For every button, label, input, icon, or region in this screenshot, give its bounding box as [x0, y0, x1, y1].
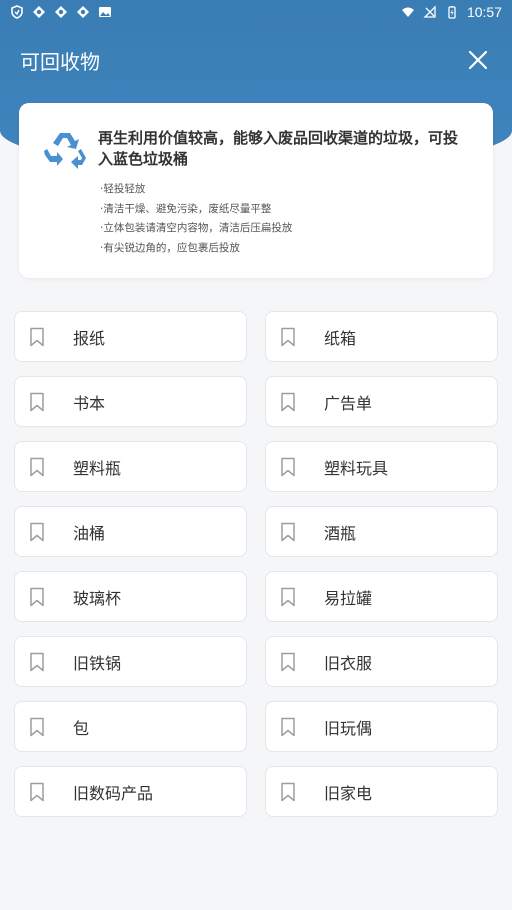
tip-item: ·轻投轻放 [100, 183, 146, 195]
item-label: 旧玩偶 [324, 718, 373, 738]
item-label: 塑料瓶 [73, 458, 122, 478]
status-right-icons: 10:57 [401, 4, 502, 20]
item-card[interactable]: 包 [14, 701, 247, 752]
app-logo-icon [54, 5, 68, 19]
bookmark-icon [28, 587, 46, 607]
bookmark-icon [28, 522, 46, 542]
shield-icon [10, 5, 24, 19]
bookmark-icon [279, 327, 297, 347]
item-card[interactable]: 玻璃杯 [14, 571, 247, 622]
close-button[interactable] [464, 46, 492, 74]
item-label: 包 [73, 718, 90, 738]
item-label: 酒瓶 [324, 523, 357, 543]
recycle-icon [43, 127, 87, 171]
item-card[interactable]: 旧玩偶 [265, 701, 498, 752]
status-time: 10:57 [466, 4, 502, 20]
item-card[interactable]: 旧铁锅 [14, 636, 247, 687]
item-card[interactable]: 易拉罐 [265, 571, 498, 622]
item-card[interactable]: 塑料瓶 [14, 441, 247, 492]
disposal-tips: ·轻投轻放 ·清洁干燥、避免污染，废纸尽量平整 ·立体包装请清空内容物，清洁后压… [100, 180, 292, 258]
bookmark-icon [28, 457, 46, 477]
item-label: 书本 [73, 393, 106, 413]
item-card[interactable]: 旧衣服 [265, 636, 498, 687]
page-title: 可回收物 [20, 49, 100, 74]
item-card[interactable]: 塑料玩具 [265, 441, 498, 492]
category-description: 再生利用价值较高，能够入废品回收渠道的垃圾，可投入蓝色垃圾桶 [98, 129, 459, 168]
bookmark-icon [279, 587, 297, 607]
item-label: 油桶 [73, 523, 106, 543]
bookmark-icon [28, 392, 46, 412]
item-label: 玻璃杯 [73, 588, 122, 608]
signal-icon [423, 5, 437, 19]
item-label: 旧数码产品 [73, 783, 154, 803]
status-left-icons [10, 5, 112, 19]
bookmark-icon [28, 327, 46, 347]
item-card[interactable]: 报纸 [14, 311, 247, 362]
item-card[interactable]: 纸箱 [265, 311, 498, 362]
bookmark-icon [279, 782, 297, 802]
item-card[interactable]: 酒瓶 [265, 506, 498, 557]
bookmark-icon [279, 392, 297, 412]
bookmark-icon [279, 652, 297, 672]
item-card[interactable]: 广告单 [265, 376, 498, 427]
app-bar: 可回收物 [0, 36, 512, 84]
wifi-icon [401, 5, 415, 19]
item-label: 旧家电 [324, 783, 373, 803]
item-card[interactable]: 旧数码产品 [14, 766, 247, 817]
close-icon [468, 50, 488, 70]
category-info-card: 再生利用价值较高，能够入废品回收渠道的垃圾，可投入蓝色垃圾桶 ·轻投轻放 ·清洁… [19, 103, 493, 278]
bookmark-icon [28, 717, 46, 737]
bookmark-icon [28, 652, 46, 672]
item-grid: 报纸 纸箱 书本 广告单 塑料瓶 塑料玩具 油桶 酒瓶 玻璃杯 易拉罐 旧铁锅 [14, 311, 498, 817]
item-card[interactable]: 书本 [14, 376, 247, 427]
status-bar: 10:57 [0, 0, 512, 24]
tip-item: ·立体包装请清空内容物，清洁后压扁投放 [100, 222, 293, 234]
item-label: 广告单 [324, 393, 373, 413]
item-label: 报纸 [73, 328, 106, 348]
tip-item: ·清洁干燥、避免污染，废纸尽量平整 [100, 202, 272, 215]
item-card[interactable]: 旧家电 [265, 766, 498, 817]
item-label: 旧铁锅 [73, 653, 122, 673]
app-logo-icon [32, 5, 46, 19]
bookmark-icon [279, 717, 297, 737]
item-label: 易拉罐 [324, 588, 373, 608]
bookmark-icon [279, 457, 297, 477]
app-logo-icon [76, 5, 90, 19]
item-card[interactable]: 油桶 [14, 506, 247, 557]
item-label: 塑料玩具 [324, 458, 389, 478]
image-icon [98, 5, 112, 19]
item-label: 纸箱 [324, 328, 357, 348]
battery-icon [445, 5, 459, 19]
tip-item: ·有尖锐边角的，应包裹后投放 [100, 241, 240, 254]
bookmark-icon [28, 782, 46, 802]
bookmark-icon [279, 522, 297, 542]
item-label: 旧衣服 [324, 653, 373, 673]
